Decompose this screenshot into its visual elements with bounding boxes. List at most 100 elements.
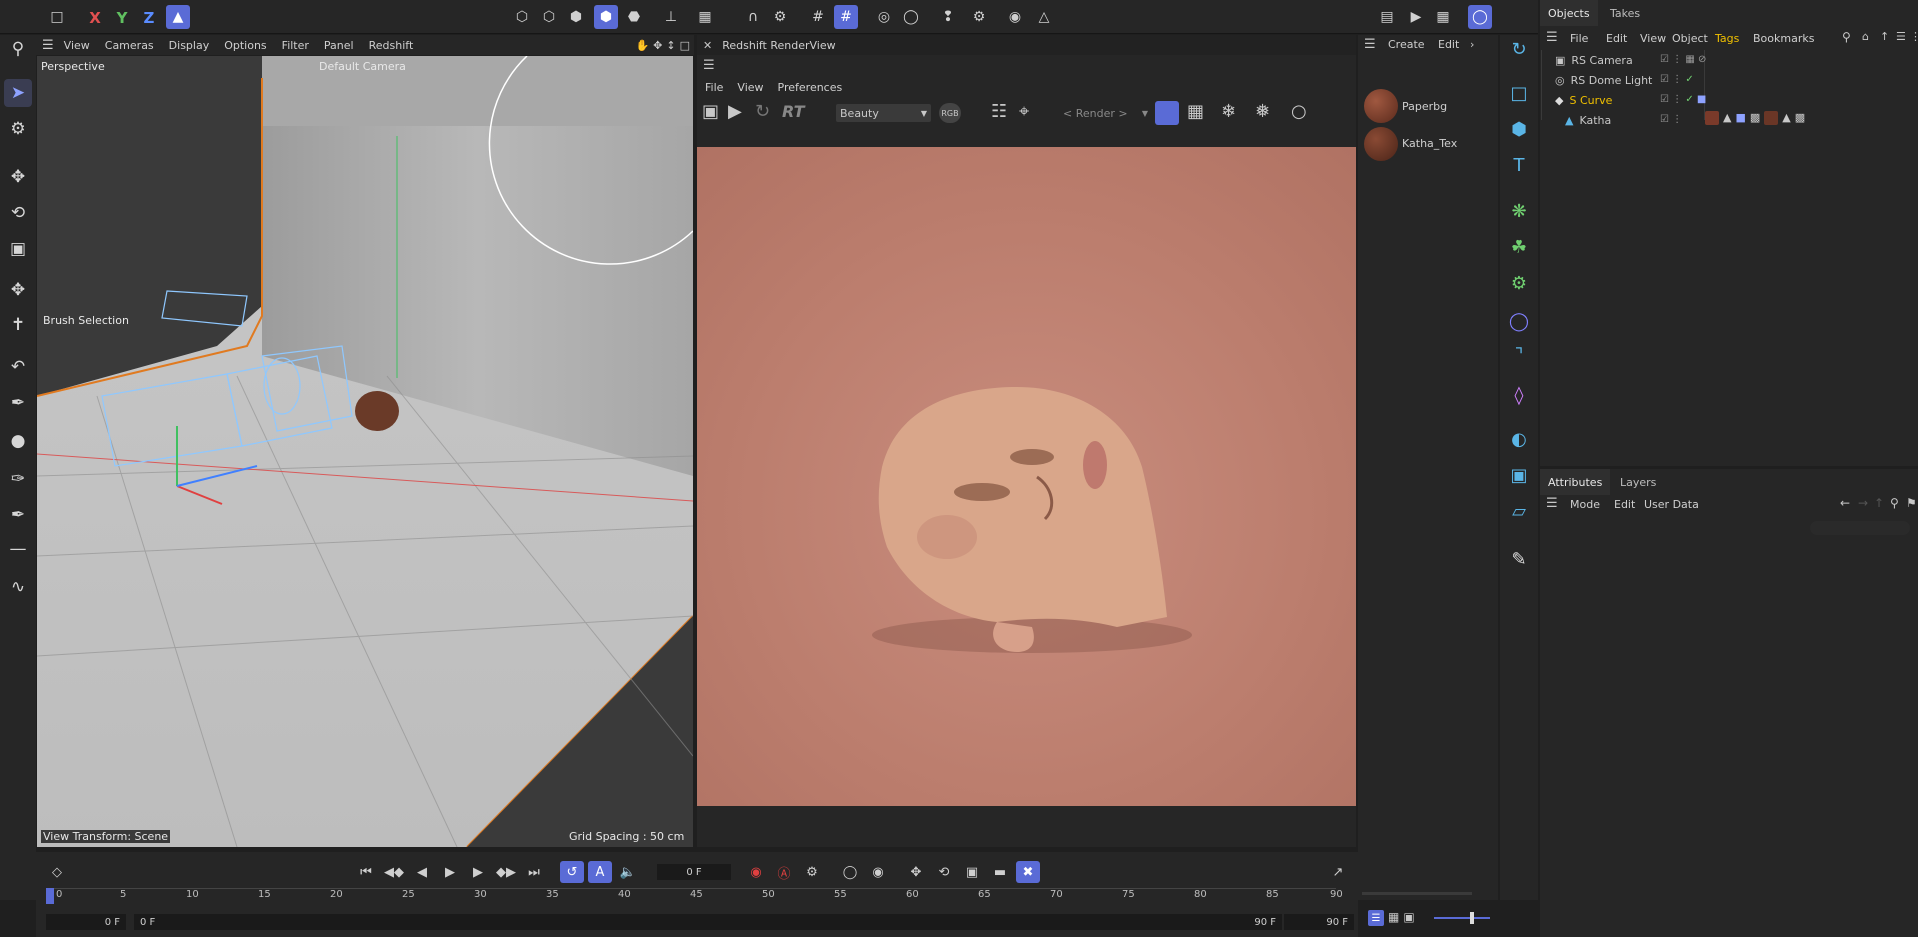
deformer-icon[interactable]: ⚙ — [1505, 269, 1533, 297]
prev-key-icon[interactable]: ◀◆ — [382, 861, 406, 883]
attr-forward-icon[interactable]: → — [1858, 496, 1868, 510]
prev-frame-icon[interactable]: ◀ — [410, 861, 434, 883]
symmetry-icon[interactable]: ❢ — [936, 5, 960, 29]
mat-menu-edit[interactable]: Edit — [1438, 38, 1459, 51]
auto-range-icon[interactable]: A — [588, 861, 612, 883]
katha-tags[interactable]: ▲ ■ ▩ ▲ ▩ — [1705, 111, 1805, 125]
obj-menu-bookmarks[interactable]: Bookmarks — [1753, 32, 1814, 45]
material-katha-label[interactable]: Katha_Tex — [1402, 137, 1457, 150]
render-view-icon[interactable]: ▶ — [1404, 5, 1428, 29]
object-row-s-curve[interactable]: ◆ S Curve — [1550, 91, 1612, 110]
obj-menu-file[interactable]: File — [1570, 32, 1588, 45]
obj-menu-view[interactable]: View — [1640, 32, 1666, 45]
mat-menu-create[interactable]: Create — [1388, 38, 1425, 51]
loop-icon[interactable]: ↺ — [560, 861, 584, 883]
go-to-start-icon[interactable]: ⏮ — [354, 861, 378, 883]
material-size-handle[interactable] — [1470, 912, 1474, 924]
playhead[interactable] — [46, 888, 54, 904]
visibility-icons[interactable]: ☑ ⋮ — [1660, 114, 1682, 125]
attr-menu-edit[interactable]: Edit — [1614, 498, 1635, 511]
workplane-icon[interactable]: # — [834, 5, 858, 29]
snowflake-icon[interactable]: ❄ — [1221, 101, 1236, 122]
polygons-mode-icon[interactable]: ⬢ — [564, 5, 588, 29]
move-icon[interactable]: ✥ — [4, 163, 32, 191]
undo-icon[interactable]: □ — [45, 5, 69, 29]
rv-menu-preferences[interactable]: Preferences — [778, 81, 843, 94]
checker-tag-icon[interactable]: ▩ — [1750, 111, 1760, 125]
tab-attributes[interactable]: Attributes — [1540, 469, 1611, 495]
snowflake-all-icon[interactable]: ❅ — [1255, 101, 1270, 122]
grid-dots-icon[interactable]: ☷ — [991, 101, 1007, 122]
menu-cameras[interactable]: Cameras — [105, 39, 154, 52]
material-katha-swatch[interactable] — [1364, 127, 1398, 161]
edges-mode-icon[interactable]: ⬡ — [537, 5, 561, 29]
attr-back-icon[interactable]: ← — [1840, 496, 1850, 510]
pen-icon[interactable]: ✒ — [4, 389, 32, 417]
square-icon[interactable]: □ — [1505, 79, 1533, 107]
auto-key-icon[interactable]: Ⓐ — [772, 861, 796, 883]
obj-menu-tags[interactable]: Tags — [1715, 32, 1739, 45]
material-paperbg-label[interactable]: Paperbg — [1402, 100, 1447, 113]
crop-icon[interactable]: ⌖ — [1019, 101, 1029, 122]
interactive-render-icon[interactable]: ◯ — [1468, 5, 1492, 29]
menu-filter[interactable]: Filter — [282, 39, 309, 52]
tool-settings-icon[interactable]: ⚙ — [967, 5, 991, 29]
aov-select[interactable]: Beauty ▼ — [836, 104, 931, 122]
key-pla-icon[interactable]: ✖ — [1016, 861, 1040, 883]
object-mode-icon[interactable]: ⬣ — [622, 5, 646, 29]
sound-icon[interactable]: 🔈 — [616, 861, 640, 883]
rgb-toggle[interactable]: RGB — [939, 103, 961, 123]
viewport-solo-icon[interactable]: ◎ — [872, 5, 896, 29]
renderview-hamburger-icon[interactable]: ☰ — [703, 58, 715, 73]
x-axis-toggle[interactable]: X — [83, 6, 107, 30]
key-position-icon[interactable]: ✥ — [904, 861, 928, 883]
object-row-rs-camera[interactable]: ▣ RS Camera — [1550, 51, 1633, 70]
next-key-icon[interactable]: ◆▶ — [494, 861, 518, 883]
mat-hamburger-icon[interactable]: ☰ — [1364, 37, 1376, 52]
graph-icon[interactable]: ↗ — [1326, 861, 1350, 883]
scale-icon[interactable]: ▣ — [4, 235, 32, 263]
sketch-icon[interactable]: ∿ — [4, 573, 32, 601]
camera-tool-icon[interactable]: ▣ — [1505, 461, 1533, 489]
transform-icon[interactable]: ✥ — [4, 276, 32, 304]
generator-icon[interactable]: ❋ — [1505, 197, 1533, 225]
menu-panel[interactable]: Panel — [324, 39, 354, 52]
selection-tag-icon[interactable]: ■ — [1735, 111, 1745, 125]
rt-toggle[interactable]: RT — [782, 102, 805, 121]
zoom-view-icon[interactable]: ↕ — [666, 39, 675, 52]
menu-display[interactable]: Display — [169, 39, 210, 52]
render-settings-icon[interactable]: ◉ — [1003, 5, 1027, 29]
redshift-icon[interactable]: △ — [1032, 5, 1056, 29]
cube-icon[interactable]: ⬢ — [1505, 115, 1533, 143]
menu-options[interactable]: Options — [224, 39, 266, 52]
attr-hamburger-icon[interactable]: ☰ — [1546, 496, 1558, 511]
tab-layers[interactable]: Layers — [1612, 469, 1664, 495]
attr-lock-icon[interactable]: ⚑ — [1906, 496, 1917, 510]
maximize-view-icon[interactable]: □ — [680, 39, 690, 52]
move-view-icon[interactable]: ✥ — [653, 39, 662, 52]
text-icon[interactable]: T — [1505, 151, 1533, 179]
obj-menu-edit[interactable]: Edit — [1606, 32, 1627, 45]
next-frame-icon[interactable]: ▶ — [466, 861, 490, 883]
obj-search-icon[interactable]: ⚲ — [1842, 30, 1851, 44]
menu-redshift[interactable]: Redshift — [369, 39, 414, 52]
cloner-icon[interactable]: ● — [4, 427, 32, 455]
tab-takes[interactable]: Takes — [1602, 0, 1648, 26]
material-scrollbar[interactable] — [1362, 892, 1472, 895]
material-paperbg-swatch[interactable] — [1364, 89, 1398, 123]
triangle-tag-icon-2[interactable]: ▲ — [1782, 111, 1790, 125]
triangle-tag-icon[interactable]: ▲ — [1723, 111, 1731, 125]
end-frame-field[interactable]: 90 F — [1284, 914, 1354, 930]
attr-menu-user-data[interactable]: User Data — [1644, 498, 1699, 511]
rv-menu-view[interactable]: View — [737, 81, 763, 94]
camera-label[interactable]: Default Camera — [319, 60, 406, 73]
coordinate-system-icon[interactable]: ▲ — [166, 5, 190, 29]
go-to-end-icon[interactable]: ⏭ — [522, 861, 546, 883]
obj-menu-object[interactable]: Object — [1672, 32, 1708, 45]
key-rotation-icon[interactable]: ⟲ — [932, 861, 956, 883]
visibility-icons[interactable]: ☑ ⋮ ✓ ■ — [1660, 94, 1706, 105]
list-view-icon[interactable]: ☰ — [1368, 910, 1384, 926]
keyframe-mode-icon[interactable]: ◇ — [45, 861, 69, 883]
preview-range-field[interactable]: 0 F 90 F — [134, 914, 1282, 930]
visibility-icons[interactable]: ☑ ⋮ ✓ — [1660, 74, 1694, 85]
